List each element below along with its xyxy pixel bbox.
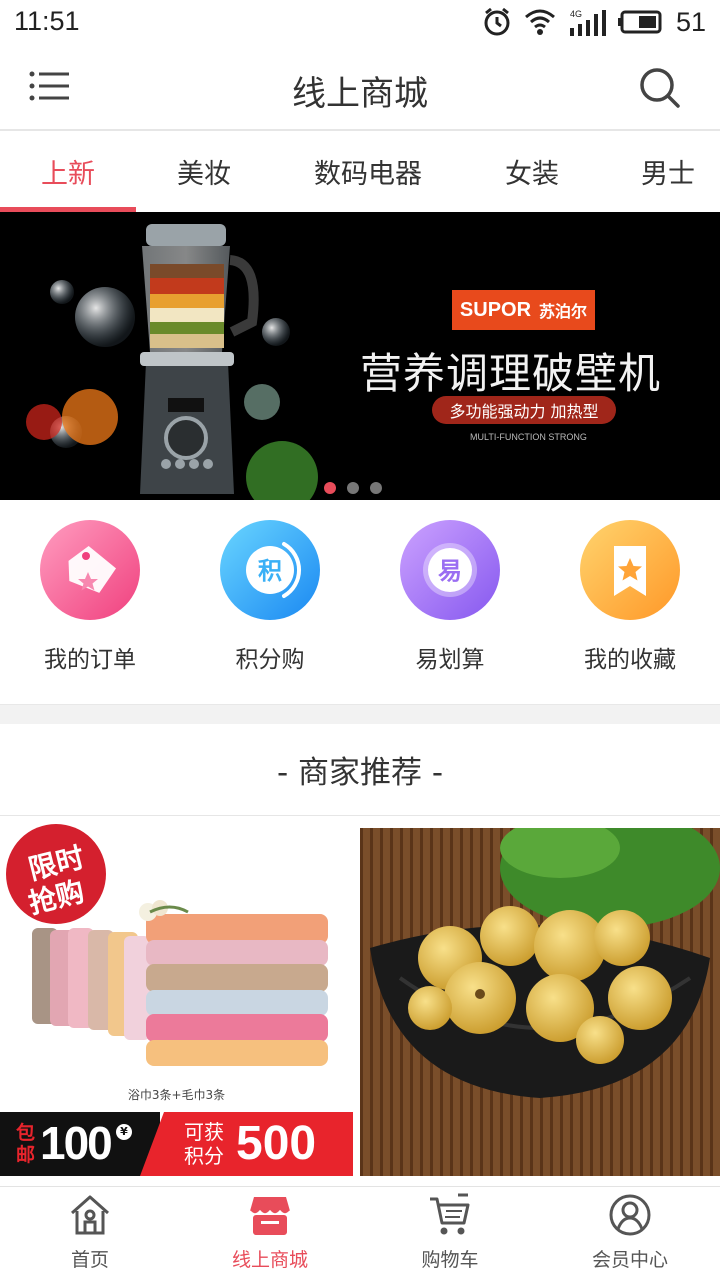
banner-headline: 营养调理破壁机 [360, 349, 662, 398]
price-bar: 包邮 100 ¥ 可获积分 500 [0, 1112, 353, 1176]
banner-subline: 多功能强动力 加热型 [432, 396, 616, 424]
cart-icon [430, 1193, 470, 1235]
quick-favorites[interactable]: 我的收藏 [540, 520, 720, 690]
section-title: - 商家推荐 - [0, 724, 720, 816]
quick-label: 我的收藏 [584, 647, 676, 673]
banner-small-text: MULTI-FUNCTION STRONG [470, 432, 587, 442]
blender-product-image [26, 224, 318, 500]
section-divider [0, 704, 720, 724]
home-icon [71, 1195, 109, 1235]
wifi-icon [524, 9, 555, 35]
tab-electronics[interactable]: 数码电器 [272, 131, 464, 212]
points-block: 可获积分 500 [140, 1112, 353, 1176]
carousel-dot[interactable] [347, 482, 359, 494]
status-time: 11:51 [14, 6, 80, 36]
search-button[interactable] [638, 66, 682, 110]
nav-label: 首页 [70, 1249, 109, 1271]
earn-points-label: 可获积分 [184, 1120, 224, 1168]
category-tabs: 上新 美妆 数码电器 女装 男士 [0, 131, 720, 212]
product-price: 100 [40, 1117, 113, 1169]
tab-new[interactable]: 上新 [0, 131, 136, 212]
bottom-navigation: 首页 线上商城 购物车 会员中心 [0, 1186, 720, 1280]
flash-sale-badge: 限时 抢购 [6, 824, 106, 924]
battery-icon [617, 10, 662, 34]
nav-shop[interactable]: 线上商城 [180, 1187, 360, 1280]
quick-my-orders[interactable]: 我的订单 [0, 520, 180, 690]
app-header: 线上商城 [0, 44, 720, 131]
signal-icon: 4G [569, 9, 606, 36]
tab-men[interactable]: 男士 [600, 131, 720, 212]
carousel-dot[interactable] [324, 482, 336, 494]
tab-beauty[interactable]: 美妆 [136, 131, 272, 212]
tag-icon [40, 520, 140, 620]
brand-name-en: SUPOR [459, 298, 532, 321]
bargain-glyph: 易 [438, 557, 462, 585]
nav-home[interactable]: 首页 [0, 1187, 180, 1280]
points-value: 500 [236, 1117, 317, 1170]
carousel-dot[interactable] [370, 482, 382, 494]
nav-cart[interactable]: 购物车 [360, 1187, 540, 1280]
member-icon [609, 1194, 651, 1236]
price-left-block: 包邮 100 ¥ [0, 1112, 160, 1176]
points-glyph: 积 [258, 557, 282, 585]
nav-label: 购物车 [421, 1249, 479, 1271]
shop-icon [249, 1197, 291, 1235]
dried-figs-image [360, 828, 720, 1176]
brand-name-cn: 苏泊尔 [539, 302, 588, 321]
nav-member[interactable]: 会员中心 [540, 1187, 720, 1280]
tab-women[interactable]: 女装 [464, 131, 600, 212]
nav-label: 线上商城 [231, 1249, 308, 1271]
product-card-towels[interactable]: 限时 抢购 浴巾3条+毛巾3条 包邮 100 ¥ 可获积分 500 [0, 816, 353, 1176]
currency-mark: ¥ [116, 1124, 132, 1140]
bookmark-star-icon [580, 520, 680, 620]
network-label: 4G [570, 9, 582, 19]
quick-points-buy[interactable]: 积 积分购 [180, 520, 360, 690]
carousel-indicator [324, 482, 382, 494]
product-caption: 浴巾3条+毛巾3条 [127, 1088, 226, 1102]
search-icon [640, 68, 680, 108]
quick-actions: 我的订单 积 积分购 易 易划算 我的收藏 [0, 500, 720, 704]
page-title: 线上商城 [292, 74, 428, 114]
promo-banner[interactable]: SUPOR 苏泊尔 营养调理破壁机 多功能强动力 加热型 MULTI-FUNCT… [0, 212, 720, 500]
battery-level: 51 [675, 6, 706, 37]
brand-logo: SUPOR 苏泊尔 [452, 290, 595, 330]
quick-label: 易划算 [415, 647, 485, 673]
quick-bargain[interactable]: 易 易划算 [360, 520, 540, 690]
nav-label: 会员中心 [591, 1249, 668, 1271]
product-grid: 限时 抢购 浴巾3条+毛巾3条 包邮 100 ¥ 可获积分 500 [0, 816, 720, 1186]
status-icons: 4G 51 [482, 6, 706, 38]
bargain-icon: 易 [400, 520, 500, 620]
alarm-icon [484, 7, 510, 36]
quick-label: 积分购 [235, 647, 305, 673]
product-card-figs[interactable] [360, 828, 720, 1176]
free-shipping-label: 包邮 [16, 1122, 36, 1166]
points-icon: 积 [220, 520, 320, 620]
status-bar: 11:51 4G 51 [0, 0, 720, 44]
quick-label: 我的订单 [44, 647, 136, 673]
